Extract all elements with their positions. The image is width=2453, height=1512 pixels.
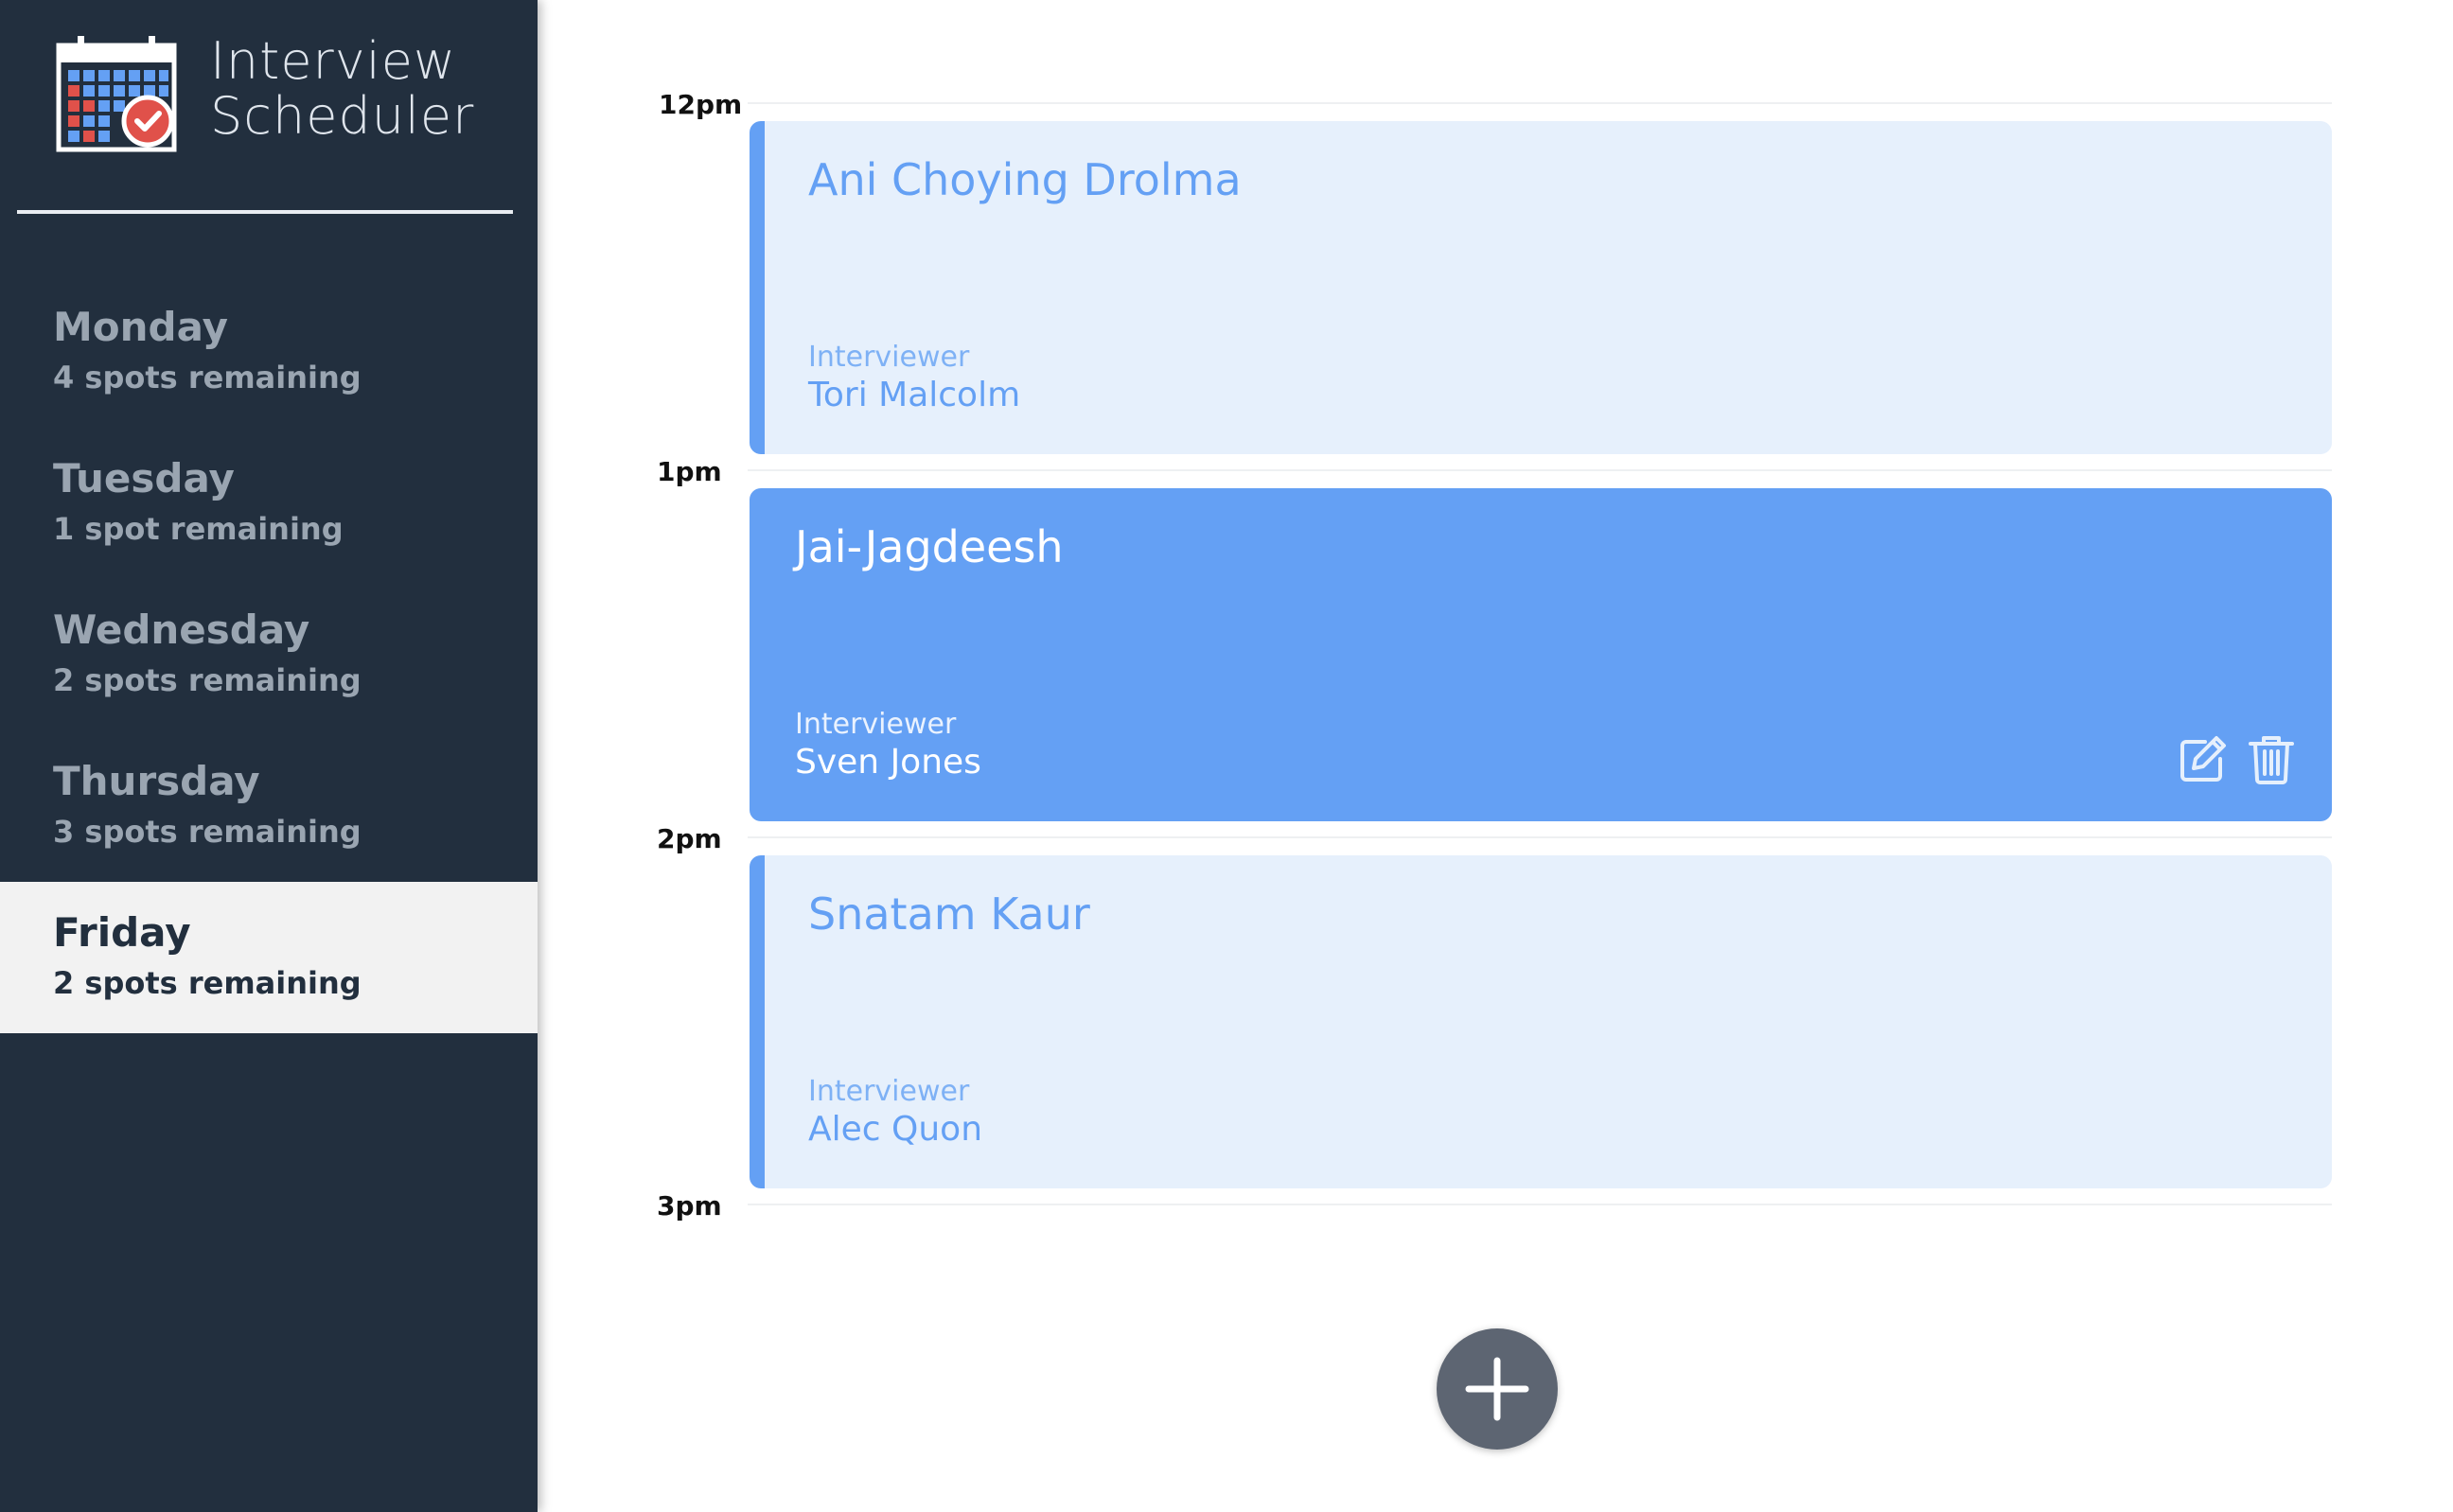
interviewer-name: Alec Quon [808,1110,983,1149]
day-item-wednesday[interactable]: Wednesday 2 spots remaining [0,579,538,730]
edit-icon[interactable] [2177,732,2230,785]
sidebar: Interview Scheduler Monday 4 spots remai… [0,0,538,1512]
appointment-card[interactable]: Snatam Kaur Interviewer Alec Quon [750,855,2332,1188]
plus-icon [1465,1357,1529,1421]
interviewer-label: Interviewer [808,1075,970,1108]
interviewer-label: Interviewer [808,341,970,374]
trash-icon[interactable] [2245,732,2298,785]
student-name: Ani Choying Drolma [808,154,1242,205]
calendar-check-icon [56,36,177,152]
day-spots: 1 spot remaining [53,511,344,547]
day-spots: 2 spots remaining [53,965,362,1001]
brand: Interview Scheduler [55,34,490,157]
hour-line [748,836,2332,838]
student-name: Snatam Kaur [808,888,1090,940]
student-name: Jai-Jagdeesh [795,521,1064,572]
day-item-thursday[interactable]: Thursday 3 spots remaining [0,730,538,882]
time-label: 12pm [659,89,743,120]
interviewer-name: Sven Jones [795,743,981,782]
day-spots: 3 spots remaining [53,814,362,850]
appointment-card[interactable]: Jai-Jagdeesh Interviewer Sven Jones [750,488,2332,821]
appointment-actions [2177,732,2294,789]
add-appointment-button[interactable] [1437,1328,1558,1450]
app-title-line1: Interview [210,31,457,91]
day-spots: 4 spots remaining [53,360,362,396]
app-title: Interview Scheduler [210,34,474,144]
interviewer-label: Interviewer [795,708,957,741]
day-item-friday[interactable]: Friday 2 spots remaining [0,882,538,1033]
interviewer-name: Tori Malcolm [808,376,1021,414]
day-name: Friday [53,909,191,956]
appointment-card[interactable]: Ani Choying Drolma Interviewer Tori Malc… [750,121,2332,454]
time-label: 1pm [657,456,722,487]
schedule: 12pm 1pm 2pm 3pm Ani Choying Drolma Inte… [538,0,2453,1512]
day-name: Tuesday [53,455,235,501]
app-title-line2: Scheduler [210,86,475,146]
hour-line [748,469,2332,471]
time-label: 2pm [657,823,722,854]
day-name: Monday [53,304,229,350]
day-item-tuesday[interactable]: Tuesday 1 spot remaining [0,428,538,579]
app-root: Interview Scheduler Monday 4 spots remai… [0,0,2453,1512]
day-name: Thursday [53,758,260,804]
hour-line [748,102,2332,104]
time-label: 3pm [657,1190,722,1222]
day-list: Monday 4 spots remaining Tuesday 1 spot … [0,276,538,1033]
hour-line [748,1204,2332,1205]
day-spots: 2 spots remaining [53,662,362,698]
day-item-monday[interactable]: Monday 4 spots remaining [0,276,538,428]
day-name: Wednesday [53,607,310,653]
sidebar-divider [17,210,513,214]
